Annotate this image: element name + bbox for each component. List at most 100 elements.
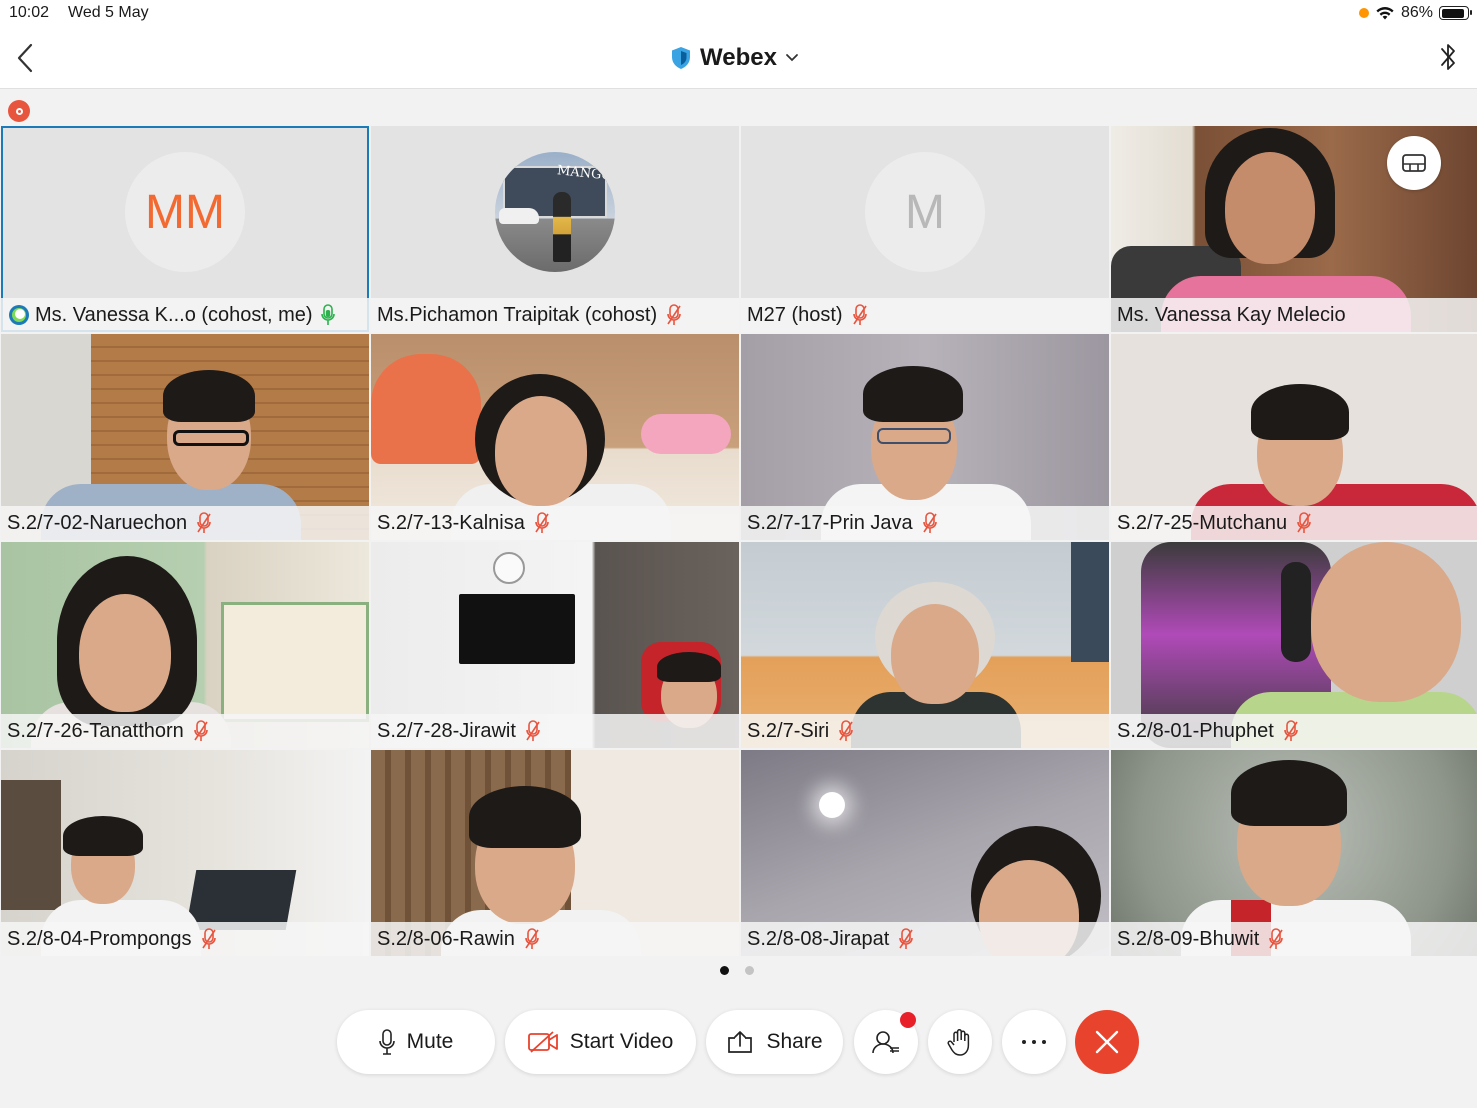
clock-date: Wed 5 May xyxy=(68,4,149,21)
participant-tile[interactable]: S.2/7-28-Jirawit xyxy=(371,542,739,748)
participant-label: S.2/7-17-Prin Java xyxy=(741,506,1109,540)
participant-tile[interactable]: S.2/7-17-Prin Java xyxy=(741,334,1109,540)
participant-tile[interactable]: S.2/7-13-Kalnisa xyxy=(371,334,739,540)
participant-name: Ms.Pichamon Traipitak (cohost) xyxy=(377,303,658,326)
person-face xyxy=(1311,542,1461,702)
participant-grid: MM Ms. Vanessa K...o (cohost, me) MANGO … xyxy=(1,126,1477,956)
participant-label: Ms. Vanessa Kay Melecio xyxy=(1111,298,1477,332)
person-hair xyxy=(863,366,963,422)
share-button[interactable]: Share xyxy=(706,1010,843,1074)
microphone-muted-icon xyxy=(526,720,540,741)
microphone-icon xyxy=(378,1029,395,1055)
glasses xyxy=(877,428,951,444)
start-video-label: Start Video xyxy=(569,1030,674,1053)
participant-tile[interactable]: S.2/7-02-Naruechon xyxy=(1,334,369,540)
leave-meeting-button[interactable] xyxy=(1075,1010,1139,1074)
participant-name: S.2/8-04-Prompongs xyxy=(7,927,192,950)
participant-tile[interactable]: S.2/8-04-Prompongs xyxy=(1,750,369,956)
photo-logo-lettering: MANGO xyxy=(556,163,613,184)
participant-name: S.2/7-13-Kalnisa xyxy=(377,511,525,534)
more-options-button[interactable] xyxy=(1002,1010,1066,1074)
participant-name: S.2/7-25-Mutchanu xyxy=(1117,511,1288,534)
participant-label: S.2/7-02-Naruechon xyxy=(1,506,369,540)
microphone-muted-icon xyxy=(525,928,539,949)
microphone-muted-icon xyxy=(839,720,854,741)
raise-hand-button[interactable] xyxy=(928,1010,992,1074)
participant-name: S.2/7-17-Prin Java xyxy=(747,511,913,534)
meeting-title-menu[interactable]: Webex xyxy=(670,44,799,72)
participant-tile[interactable]: S.2/7-Siri xyxy=(741,542,1109,748)
microphone-muted-icon xyxy=(667,304,681,325)
participant-label: S.2/8-06-Rawin xyxy=(371,922,739,956)
page-dot-active[interactable] xyxy=(720,966,729,975)
status-indicators: 86% xyxy=(1358,4,1472,22)
participants-button[interactable] xyxy=(854,1010,918,1074)
webex-status-icon xyxy=(9,305,29,325)
person-face xyxy=(1225,152,1315,264)
participant-tile[interactable]: S.2/7-26-Tanatthorn xyxy=(1,542,369,748)
participant-name: S.2/8-06-Rawin xyxy=(377,927,515,950)
person-hair xyxy=(469,786,581,848)
participant-tile[interactable]: S.2/7-25-Mutchanu xyxy=(1111,334,1477,540)
status-bar: 10:02 Wed 5 May 86% xyxy=(0,0,1477,28)
battery-percent: 86% xyxy=(1400,4,1433,21)
microphone-muted-icon xyxy=(193,720,208,741)
layout-toggle-button[interactable] xyxy=(1387,136,1441,190)
meeting-header: Webex xyxy=(0,28,1477,89)
participant-name: S.2/8-01-Phuphet xyxy=(1117,719,1274,742)
person-face xyxy=(495,396,587,506)
participant-tile[interactable]: S.2/8-06-Rawin xyxy=(371,750,739,956)
mute-button[interactable]: Mute xyxy=(337,1010,495,1074)
battery-icon xyxy=(1439,6,1472,20)
start-video-button[interactable]: Start Video xyxy=(505,1010,696,1074)
headset xyxy=(1281,562,1311,662)
participant-name: M27 (host) xyxy=(747,303,843,326)
microphone-muted-icon xyxy=(201,928,216,949)
avatar: MM xyxy=(125,152,245,272)
participant-label: S.2/7-Siri xyxy=(741,714,1109,748)
participant-tile[interactable]: S.2/8-09-Bhuwit xyxy=(1111,750,1477,956)
person-face xyxy=(79,594,171,712)
person-hair xyxy=(657,652,721,682)
back-chevron-icon[interactable] xyxy=(14,42,38,74)
close-icon xyxy=(1095,1030,1119,1054)
participant-name: S.2/7-02-Naruechon xyxy=(7,511,188,534)
participant-label: M27 (host) xyxy=(741,298,1109,332)
participant-tile[interactable]: MM Ms. Vanessa K...o (cohost, me) xyxy=(1,126,369,332)
bluetooth-icon[interactable] xyxy=(1437,40,1459,74)
hand-icon xyxy=(947,1028,970,1056)
mic-in-use-indicator-icon xyxy=(1358,8,1369,18)
participant-name: S.2/8-09-Bhuwit xyxy=(1117,927,1260,950)
page-dot[interactable] xyxy=(745,966,754,975)
participant-label: Ms.Pichamon Traipitak (cohost) xyxy=(371,298,739,332)
microphone-muted-icon xyxy=(197,512,211,533)
microphone-muted-icon xyxy=(535,512,549,533)
more-icon xyxy=(1022,1040,1046,1044)
participant-tile[interactable]: MANGO Ms.Pichamon Traipitak (cohost) xyxy=(371,126,739,332)
avatar: M xyxy=(865,152,985,272)
participant-label: S.2/7-25-Mutchanu xyxy=(1111,506,1477,540)
participant-tile[interactable]: M M27 (host) xyxy=(741,126,1109,332)
participant-label: S.2/8-08-Jirapat xyxy=(741,922,1109,956)
person-hair xyxy=(1251,384,1349,440)
clock-time: 10:02 xyxy=(9,4,50,21)
participant-tile[interactable]: S.2/8-08-Jirapat xyxy=(741,750,1109,956)
participant-label: S.2/7-13-Kalnisa xyxy=(371,506,739,540)
recording-indicator-icon xyxy=(8,100,30,122)
participant-label: S.2/8-01-Phuphet xyxy=(1111,714,1477,748)
participant-label: Ms. Vanessa K...o (cohost, me) xyxy=(1,298,369,332)
page-indicator xyxy=(720,966,754,975)
participant-name: S.2/7-Siri xyxy=(747,719,830,742)
participant-tile[interactable]: Ms. Vanessa Kay Melecio xyxy=(1111,126,1477,332)
microphone-muted-icon xyxy=(1283,720,1298,741)
participants-icon xyxy=(872,1031,899,1054)
microphone-muted-icon xyxy=(852,304,867,325)
ceiling-light xyxy=(819,792,845,818)
microphone-muted-icon xyxy=(922,512,937,533)
shield-icon xyxy=(672,47,690,69)
video-off-icon xyxy=(527,1031,558,1053)
participant-name: Ms. Vanessa Kay Melecio xyxy=(1117,303,1346,326)
participant-tile[interactable]: S.2/8-01-Phuphet xyxy=(1111,542,1477,748)
chevron-down-icon xyxy=(786,54,798,62)
person-hair xyxy=(163,370,255,422)
